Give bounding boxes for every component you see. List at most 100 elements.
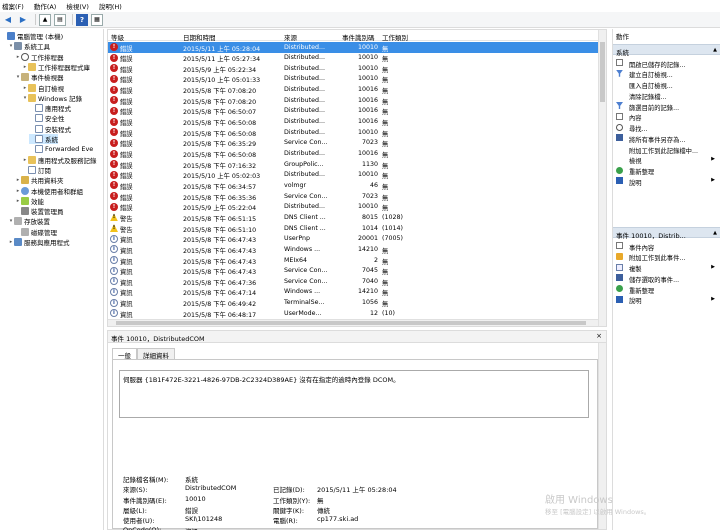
action-item[interactable]: 建立自訂檢視... <box>613 69 720 79</box>
event-row[interactable]: ! 錯誤 2015/5/9 上午 05:22:34 Distributed... 100… <box>108 63 598 74</box>
event-row[interactable]: i 資訊 2015/5/8 下午 06:47:43 Service Con... 704… <box>108 266 598 277</box>
event-cat: 無 <box>382 88 389 96</box>
tree-item[interactable]: 電腦管理 (本機) <box>1 31 63 41</box>
event-row[interactable]: i 資訊 2015/5/8 下午 06:47:43 UserPnp 20001 (7005… <box>108 234 598 245</box>
tree-item[interactable]: 裝置管理員 <box>15 206 64 216</box>
forward-arrow-icon[interactable]: ▶ <box>17 14 29 26</box>
collapse-group-icon[interactable]: ▲ <box>713 47 717 53</box>
properties-pane-icon[interactable]: ▦ <box>91 13 103 26</box>
none-icon <box>616 91 623 98</box>
actions-group-header[interactable]: 事件 10010，Distrib... ▲ <box>613 227 720 240</box>
error-icon: ! <box>110 160 118 169</box>
action-item[interactable]: 檢視 ▶ <box>613 155 720 166</box>
close-icon[interactable]: × <box>596 332 602 340</box>
event-row[interactable]: ! 錯誤 2015/5/8 下午 06:34:57 volmgr 46 無 <box>108 180 598 191</box>
column-header-source[interactable]: 來源 <box>284 32 297 42</box>
tree-item[interactable]: Forwarded Eve <box>29 144 93 154</box>
menu-action[interactable]: 動作(A) <box>34 1 57 11</box>
event-row[interactable]: ! 錯誤 2015/5/8 下午 06:50:08 Distributed... 100… <box>108 149 598 160</box>
action-item[interactable]: 複製 ▶ <box>613 263 720 273</box>
event-row[interactable]: ! 警告 2015/5/8 下午 06:51:15 DNS Client ... 801… <box>108 212 598 223</box>
column-header-category[interactable]: 工作類別 <box>382 32 408 42</box>
show-hide-tree-icon[interactable]: ▤ <box>54 13 66 26</box>
tree-item[interactable]: ▸ 工作排程器程式庫 <box>22 62 90 72</box>
actions-group-header[interactable]: 系統 ▲ <box>613 44 720 57</box>
event-level: 錯誤 <box>120 183 133 191</box>
menu-view[interactable]: 檢視(V) <box>66 1 89 11</box>
event-row[interactable]: ! 錯誤 2015/5/8 下午 06:50:08 Distributed... 100… <box>108 117 598 128</box>
event-row[interactable]: ! 錯誤 2015/5/8 下午 07:16:32 GroupPolic... 1130… <box>108 159 598 170</box>
event-cat: 無 <box>382 290 389 298</box>
tree-item[interactable]: ▸ 應用程式及服務記錄 <box>22 155 97 165</box>
tree-item[interactable]: 訂閱 <box>22 165 51 175</box>
action-item[interactable]: 附加工作到此事件... <box>613 252 720 262</box>
tab-general[interactable]: 一般 <box>112 348 137 360</box>
tree-item[interactable]: ▸ 本機使用者和群組 <box>15 186 83 196</box>
event-level: 資訊 <box>120 247 133 255</box>
up-folder-icon[interactable]: ▲ <box>39 13 51 26</box>
tree-item[interactable]: ▾ 存放裝置 <box>8 216 50 226</box>
event-row[interactable]: i 資訊 2015/5/8 下午 06:49:42 TerminalSe... 1056… <box>108 298 598 309</box>
help-icon[interactable]: ? <box>76 13 88 26</box>
tree-item[interactable]: ▸ 工作排程器 <box>15 52 64 62</box>
column-header-event-id[interactable]: 事件識別碼 <box>342 32 375 42</box>
event-row[interactable]: i 資訊 2015/5/8 下午 06:47:43 Windows ... 14210 無 <box>108 244 598 255</box>
tree-item[interactable]: ▸ 自訂檢視 <box>22 83 64 93</box>
tree-item[interactable]: ▸ 共用資料夾 <box>15 175 64 185</box>
event-row[interactable]: ! 錯誤 2015/5/10 上午 05:01:33 Distributed... 10… <box>108 74 598 85</box>
tree-item[interactable]: ▸ 效能 <box>15 196 44 206</box>
event-list-horizontal-scrollbar[interactable] <box>108 319 598 326</box>
tree-item[interactable]: 應用程式 <box>29 103 71 113</box>
action-item[interactable]: 清除記錄檔... <box>613 90 720 101</box>
action-item[interactable]: 儲存選取的事件... <box>613 273 720 284</box>
tab-details[interactable]: 詳細資料 <box>137 348 175 360</box>
tree-item[interactable]: 系統 <box>29 134 58 144</box>
event-row[interactable]: i 資訊 2015/5/8 下午 06:47:36 Service Con... 704… <box>108 276 598 287</box>
event-row[interactable]: i 資訊 2015/5/8 下午 06:48:17 UserMode... 12 (10) <box>108 308 598 319</box>
event-row[interactable]: ! 錯誤 2015/5/8 下午 06:35:29 Service Con... 702… <box>108 138 598 149</box>
column-header-date[interactable]: 日期和時間 <box>183 32 216 42</box>
action-item[interactable]: 內容 <box>613 112 720 122</box>
event-row[interactable]: ! 錯誤 2015/5/11 上午 05:28:04 Distributed... 10… <box>108 42 598 53</box>
action-item[interactable]: 重新整理 <box>613 166 720 176</box>
tree-item[interactable]: 磁碟管理 <box>15 227 57 237</box>
action-item[interactable]: 說明 ▶ <box>613 176 720 187</box>
event-row[interactable]: ! 錯誤 2015/5/8 下午 07:08:20 Distributed... 100… <box>108 95 598 106</box>
collapse-group-icon[interactable]: ▲ <box>713 230 717 236</box>
menu-file[interactable]: 檔案(F) <box>2 1 24 11</box>
menu-bar: 檔案(F) 動作(A) 檢視(V) 說明(H) <box>0 0 720 12</box>
menu-help[interactable]: 說明(H) <box>99 1 122 11</box>
action-item[interactable]: 重新整理 <box>613 284 720 295</box>
event-row[interactable]: ! 警告 2015/5/8 下午 06:51:10 DNS Client ... 101… <box>108 223 598 234</box>
action-item[interactable]: 事件內容 <box>613 241 720 252</box>
action-item[interactable]: 說明 ▶ <box>613 295 720 305</box>
action-item[interactable]: 將所有事件另存為... <box>613 133 720 144</box>
action-item[interactable]: 匯入自訂檢視... <box>613 80 720 90</box>
back-arrow-icon[interactable]: ◀ <box>2 14 14 26</box>
event-row[interactable]: ! 錯誤 2015/5/8 下午 06:50:08 Distributed... 100… <box>108 127 598 138</box>
tree-item[interactable]: ▾ Windows 記錄 <box>22 93 82 103</box>
event-row[interactable]: i 資訊 2015/5/8 下午 06:47:14 Windows ... 14210 無 <box>108 287 598 298</box>
tree-item[interactable]: ▾ 系統工具 <box>8 41 50 51</box>
event-row[interactable]: ! 錯誤 2015/5/8 下午 06:50:07 Distributed... 100… <box>108 106 598 117</box>
event-list-vertical-scrollbar[interactable] <box>598 30 606 326</box>
tree-item[interactable]: 安裝程式 <box>29 124 71 134</box>
tree-item[interactable]: ▾ 事件檢視器 <box>15 72 64 82</box>
action-item[interactable]: 篩選目前的記錄... <box>613 101 720 112</box>
event-row[interactable]: ! 錯誤 2015/5/8 下午 07:08:20 Distributed... 100… <box>108 85 598 96</box>
submenu-arrow-icon: ▶ <box>711 155 715 162</box>
column-header-level[interactable]: 等級 <box>111 32 124 42</box>
event-row[interactable]: ! 錯誤 2015/5/8 下午 06:35:36 Service Con... 702… <box>108 191 598 202</box>
toolbar-divider <box>35 14 36 25</box>
event-row[interactable]: ! 錯誤 2015/5/10 上午 05:02:03 Distributed... 10… <box>108 170 598 181</box>
action-item[interactable]: 附加工作到此記錄檔中... <box>613 144 720 155</box>
tree-item[interactable]: 安全性 <box>29 113 65 123</box>
tree-item-label: 安全性 <box>45 115 65 124</box>
event-row[interactable]: ! 錯誤 2015/5/11 上午 05:27:34 Distributed... 10… <box>108 53 598 64</box>
tree-item-label: 訂閱 <box>38 166 51 175</box>
event-row[interactable]: ! 錯誤 2015/5/9 上午 05:22:04 Distributed... 100… <box>108 202 598 213</box>
action-item[interactable]: 開啟已儲存的記錄... <box>613 58 720 69</box>
action-item[interactable]: 尋找... <box>613 123 720 133</box>
event-row[interactable]: i 資訊 2015/5/8 下午 06:47:43 MEIx64 2 無 <box>108 255 598 266</box>
tree-item[interactable]: ▸ 服務與應用程式 <box>8 237 70 247</box>
